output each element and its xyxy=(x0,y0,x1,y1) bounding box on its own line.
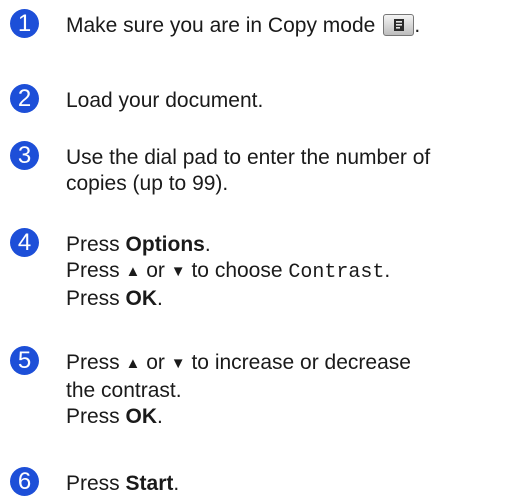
start-key-label: Start xyxy=(125,472,174,495)
instruction-tail: . xyxy=(414,14,421,37)
lcd-option-text: Contrast xyxy=(288,261,385,284)
step-number-badge: 3 xyxy=(10,141,39,170)
instruction-text: to increase or decrease xyxy=(191,351,411,374)
text-line: Press ▲ or ▼ to choose Contrast. xyxy=(66,258,526,286)
step-number-badge: 6 xyxy=(10,467,39,496)
up-arrow-icon: ▲ xyxy=(125,355,141,372)
step-text: Use the dial pad to enter the number of … xyxy=(66,145,526,197)
ok-key-label: OK xyxy=(125,287,158,310)
punctuation: . xyxy=(157,287,163,310)
choose-text: to choose xyxy=(191,259,283,282)
down-arrow-icon: ▼ xyxy=(170,263,186,280)
text-line: Use the dial pad to enter the number of xyxy=(66,146,431,169)
down-arrow-icon: ▼ xyxy=(170,355,186,372)
text-line: Press Options. xyxy=(66,232,526,258)
press-word: Press xyxy=(66,351,120,374)
copy-mode-icon xyxy=(383,14,415,36)
step-text: Press Start. xyxy=(66,471,526,497)
punctuation: . xyxy=(157,405,163,428)
step-number-badge: 1 xyxy=(10,9,39,38)
step-text: Press ▲ or ▼ to increase or decrease the… xyxy=(66,350,526,430)
step-text: Make sure you are in Copy mode. xyxy=(66,13,526,39)
text-line: Press ▲ or ▼ to increase or decrease xyxy=(66,350,526,378)
step-text: Press Options. Press ▲ or ▼ to choose Co… xyxy=(66,232,526,312)
press-word: Press xyxy=(66,233,120,256)
or-word: or xyxy=(146,259,165,282)
ok-key-label: OK xyxy=(125,405,158,428)
or-word: or xyxy=(146,351,165,374)
step-number-badge: 4 xyxy=(10,228,39,257)
press-word: Press xyxy=(66,259,120,282)
punctuation: . xyxy=(384,259,391,282)
text-line: Press OK. xyxy=(66,286,526,312)
instruction-text: Make sure you are in Copy mode xyxy=(66,14,376,37)
punctuation: . xyxy=(173,472,180,495)
text-line: the contrast. xyxy=(66,379,182,402)
up-arrow-icon: ▲ xyxy=(125,263,141,280)
step-text: Load your document. xyxy=(66,89,264,112)
text-line: copies (up to 99). xyxy=(66,172,229,195)
press-word: Press xyxy=(66,287,120,310)
text-line: Press OK. xyxy=(66,404,526,430)
step-number-badge: 5 xyxy=(10,346,39,375)
step-number-badge: 2 xyxy=(10,84,39,113)
press-word: Press xyxy=(66,405,120,428)
options-key-label: Options xyxy=(125,233,205,256)
press-word: Press xyxy=(66,472,120,495)
punctuation: . xyxy=(204,233,211,256)
